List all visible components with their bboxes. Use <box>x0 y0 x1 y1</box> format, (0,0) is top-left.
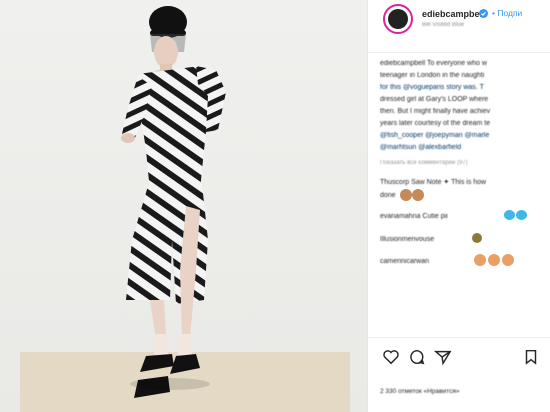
comment-text: Thuscorp Saw Note ✦ This is how <box>380 179 487 186</box>
verified-icon <box>479 9 488 18</box>
heart-emoji-icon <box>504 210 515 220</box>
comment-text: Illusionmenvouse <box>380 236 435 243</box>
share-icon[interactable] <box>434 348 452 366</box>
caption-line: then. But I might finally have achiev <box>380 108 491 115</box>
caption-line: years later courtesy of the dream te <box>380 120 491 127</box>
emoji-icon <box>502 254 514 266</box>
comment-text: evanamahna Cutie pii <box>380 213 448 220</box>
post-header: ediebcampbell • Подпи Bel Visited Blue <box>368 0 550 53</box>
comment-icon[interactable] <box>408 348 426 366</box>
location-link[interactable]: Bel Visited Blue <box>422 22 464 28</box>
emoji-icon <box>472 233 482 243</box>
view-comments-link[interactable]: Показать все комментарии (97) <box>380 160 468 166</box>
username-link[interactable]: ediebcampbell <box>422 9 485 19</box>
comment-text: camerinicarwan <box>380 258 430 265</box>
avatar[interactable] <box>383 4 413 34</box>
avatar-image <box>388 9 408 29</box>
caption-line[interactable]: @marhtsun @alexbarfield <box>380 144 461 151</box>
emoji-icon <box>400 189 412 201</box>
model-figure <box>121 6 226 398</box>
likes-count[interactable]: 2 330 отметок «Нравится» <box>380 388 459 395</box>
heart-emoji-icon <box>516 210 527 220</box>
emoji-icon <box>488 254 500 266</box>
heart-icon[interactable] <box>382 348 400 366</box>
post-photo[interactable] <box>0 0 367 412</box>
comment-text: done <box>380 192 396 199</box>
post-sidebar: ediebcampbell • Подпи Bel Visited Blue e… <box>367 0 550 412</box>
emoji-icon <box>474 254 486 266</box>
caption-line[interactable]: @fish_cooper @joepyman @marle <box>380 132 489 139</box>
emoji-icon <box>412 189 424 201</box>
bookmark-icon[interactable] <box>522 348 540 366</box>
follow-button[interactable]: • Подпи <box>492 8 522 18</box>
post-viewer: ediebcampbell • Подпи Bel Visited Blue e… <box>0 0 550 412</box>
post-actions <box>368 337 550 383</box>
caption-line: dressed girl at Gary's LOOP where <box>380 96 489 103</box>
caption-line[interactable]: for this @vogueparis story was. T <box>380 84 484 91</box>
caption-line: teenager in London in the naughti <box>380 72 485 79</box>
caption-line: ediebcampbell To everyone who w <box>380 60 487 67</box>
